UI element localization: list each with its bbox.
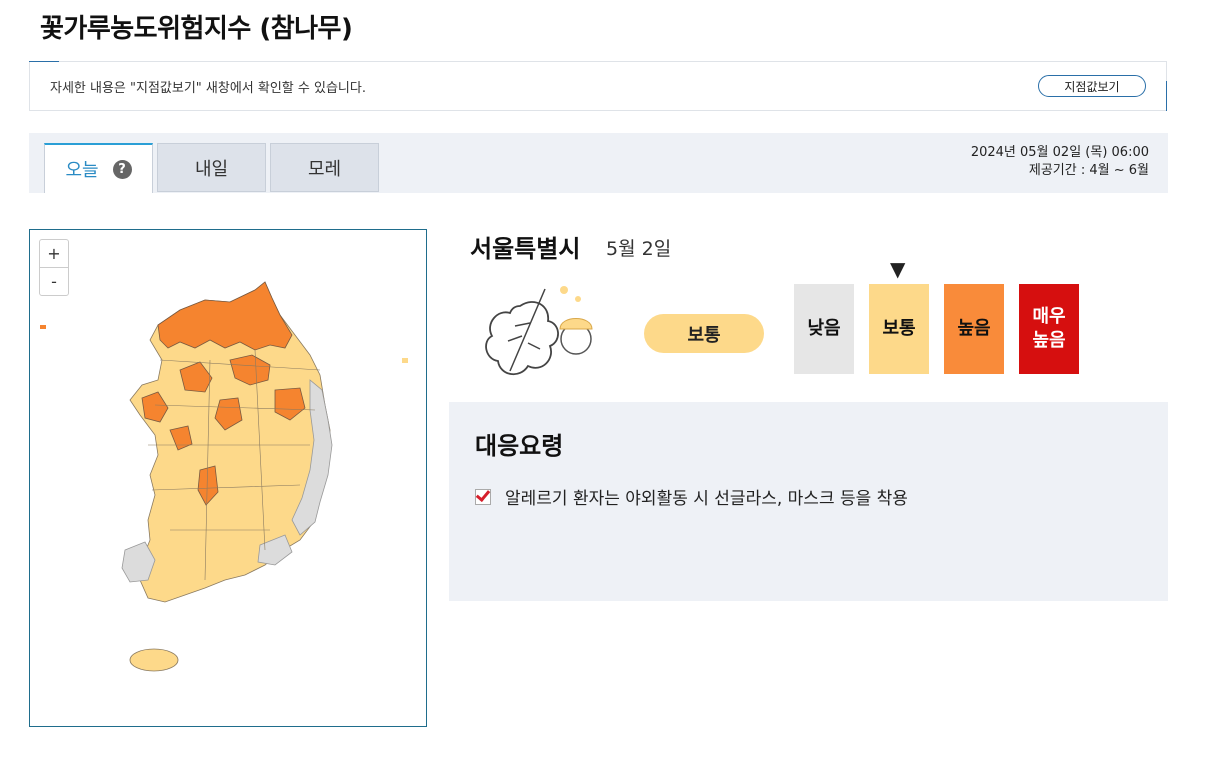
map-zoom-control: + - — [39, 239, 69, 296]
service-period: 제공기간 : 4월 ~ 6월 — [1028, 163, 1149, 178]
tab-day-after-tomorrow[interactable]: 모레 — [270, 143, 379, 192]
view-station-values-button[interactable]: 지점값보기 — [1038, 75, 1146, 97]
level-high: 높음 — [944, 284, 1004, 374]
tab-today-label: 오늘 — [65, 160, 99, 181]
notice-corner-decoration — [1166, 81, 1167, 111]
zoom-out-button[interactable]: - — [40, 267, 68, 295]
level-very-high-label: 매우 높음 — [1032, 306, 1066, 351]
response-guide: 대응요령 알레르기 환자는 야외활동 시 선글라스, 마스크 등을 착용 — [449, 402, 1168, 601]
level-very-high: 매우 높음 — [1019, 284, 1079, 374]
level-low: 낮음 — [794, 284, 854, 374]
notice-text: 자세한 내용은 "지점값보기" 새창에서 확인할 수 있습니다. — [50, 81, 366, 96]
tab-tomorrow[interactable]: 내일 — [157, 143, 266, 192]
level-high-label: 높음 — [957, 318, 991, 339]
region-date: 5월 2일 — [606, 238, 672, 260]
guide-title: 대응요령 — [475, 432, 564, 460]
current-level-badge: 보통 — [644, 314, 764, 353]
level-normal-label: 보통 — [882, 318, 916, 339]
help-icon[interactable]: ? — [112, 159, 132, 179]
level-low-label: 낮음 — [807, 318, 841, 339]
current-level-indicator: ▼ — [890, 257, 906, 281]
korea-map[interactable]: + - — [29, 229, 427, 727]
tab-tomorrow-label: 내일 — [194, 158, 229, 180]
day-tabbar: 오늘 ? 내일 모레 2024년 05월 02일 (목) 06:00 제공기간 … — [29, 133, 1168, 193]
forecast-date-info: 2024년 05월 02일 (목) 06:00 제공기간 : 4월 ~ 6월 — [971, 144, 1149, 180]
checkmark-icon — [475, 488, 491, 505]
region-name: 서울특별시 — [470, 235, 581, 263]
zoom-in-button[interactable]: + — [40, 240, 68, 267]
forecast-datetime: 2024년 05월 02일 (목) 06:00 — [970, 145, 1149, 160]
guide-item-text: 알레르기 환자는 야외활동 시 선글라스, 마스크 등을 착용 — [505, 489, 908, 509]
map-region-jeju[interactable] — [129, 648, 179, 672]
notice-corner-decoration — [29, 61, 59, 62]
guide-item: 알레르기 환자는 야외활동 시 선글라스, 마스크 등을 착용 — [475, 484, 908, 509]
korea-map-svg — [40, 281, 408, 672]
page-title: 꽃가루농도위험지수 (참나무) — [40, 14, 353, 44]
level-normal: 보통 — [869, 284, 929, 374]
map-region-high[interactable] — [157, 281, 293, 351]
map-island — [40, 325, 46, 329]
map-island — [402, 358, 408, 363]
tab-day-after-label: 모레 — [307, 158, 342, 180]
tab-today[interactable]: 오늘 ? — [44, 143, 153, 193]
notice-box: 자세한 내용은 "지점값보기" 새창에서 확인할 수 있습니다. 지점값보기 — [29, 61, 1167, 111]
oak-pollen-icon — [485, 286, 593, 375]
